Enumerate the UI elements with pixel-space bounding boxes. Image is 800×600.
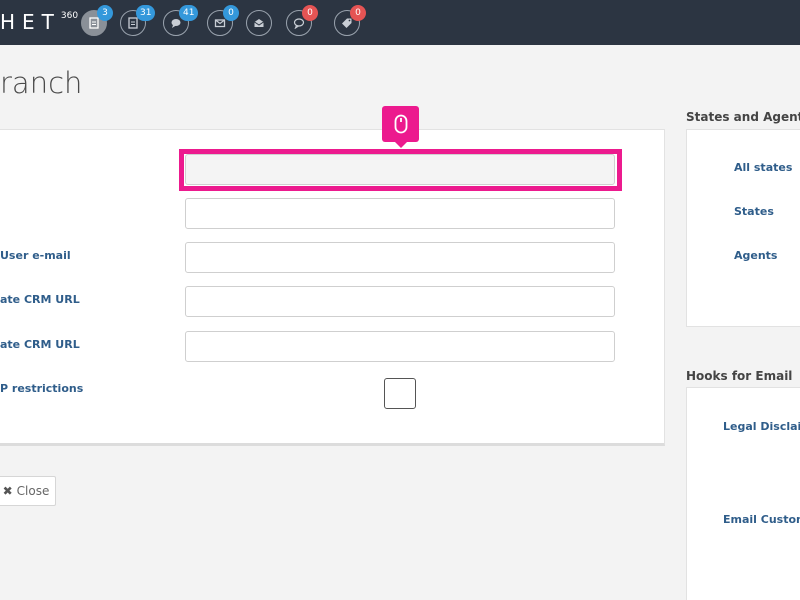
close-icon: ✖ (2, 484, 13, 498)
mouse-icon (394, 114, 407, 134)
crm-url-field-2[interactable] (185, 331, 615, 362)
crm-url-label-1: ate CRM URL (0, 293, 80, 306)
agents-link[interactable]: Agents (734, 249, 777, 262)
comments-count-badge: 0 (302, 5, 318, 21)
crm-url-field-1[interactable] (185, 286, 615, 317)
top-navigation-bar: HET360 3 31 41 0 0 0 (0, 0, 800, 45)
logo-superscript: 360 (60, 11, 79, 22)
hooks-email-heading: Hooks for Email (686, 369, 793, 383)
user-email-field[interactable] (185, 242, 615, 273)
states-agents-heading: States and Agents (686, 110, 800, 124)
second-text-field[interactable] (185, 198, 615, 229)
ip-restrictions-label: P restrictions (0, 382, 84, 395)
logo-text: HET (0, 10, 61, 34)
chat-count-badge: 41 (179, 5, 199, 21)
document-count-badge: 3 (97, 5, 113, 21)
ip-restrictions-checkbox[interactable] (384, 378, 416, 409)
speech-bubble-icon[interactable]: 0 (286, 5, 318, 36)
email-custom-link[interactable]: Email Custom (723, 513, 800, 526)
close-button-label: Close (16, 484, 50, 498)
tag-icon[interactable]: 0 (334, 5, 366, 36)
first-text-field[interactable] (185, 154, 615, 185)
user-email-label: User e-mail (0, 249, 71, 262)
tags-count-badge: 0 (350, 5, 366, 21)
crm-url-label-2: ate CRM URL (0, 338, 80, 351)
close-button[interactable]: ✖ Close (0, 476, 56, 506)
mail-count-badge: 0 (223, 5, 239, 21)
states-agents-panel (686, 129, 800, 327)
envelope-icon[interactable]: 0 (207, 5, 239, 36)
chat-bubbles-icon[interactable]: 41 (163, 5, 199, 36)
page-title: ranch (0, 66, 83, 100)
all-states-link[interactable]: All states (734, 161, 792, 174)
mouse-click-marker (382, 106, 419, 148)
document-list-count-badge: 31 (136, 5, 156, 21)
document-icon[interactable]: 3 (81, 5, 113, 36)
hooks-email-panel (686, 387, 800, 600)
envelope-open-icon[interactable] (246, 10, 272, 36)
app-logo[interactable]: HET360 (0, 10, 78, 34)
document-list-icon[interactable]: 31 (120, 5, 156, 36)
states-link[interactable]: States (734, 205, 774, 218)
legal-disclaimer-link[interactable]: Legal Disclaim (723, 420, 800, 433)
